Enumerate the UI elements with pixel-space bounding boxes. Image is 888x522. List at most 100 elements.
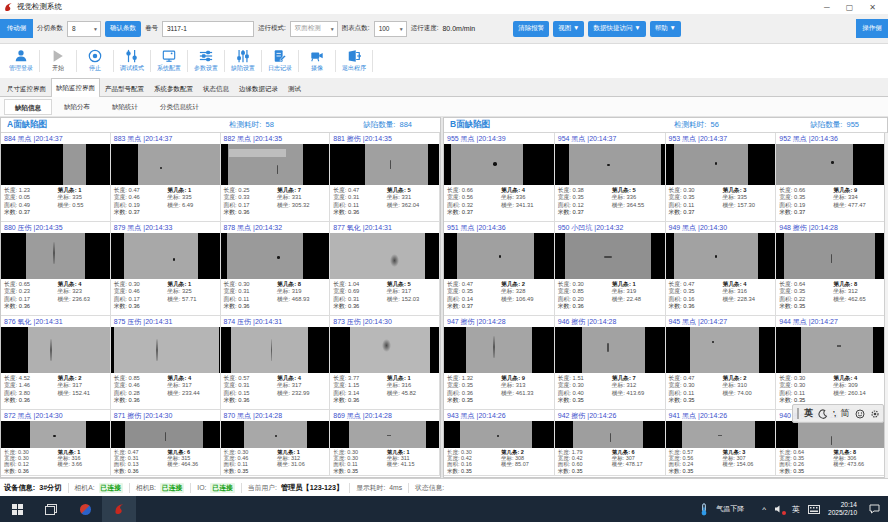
subtab-3[interactable]: 分类信息统计 [150, 99, 209, 115]
defect-card-943[interactable]: 943 黑点 |20:14:26长度: 0.30宽度: 0.42面积: 0.16… [444, 410, 555, 476]
ime-moon-icon[interactable] [818, 409, 827, 419]
operator-side-button[interactable]: 操作侧 [856, 19, 888, 38]
defect-card-953[interactable]: 953 黑点 |20:14:37长度: 0.30宽度: 0.35面积: 0.11… [666, 133, 777, 222]
toolbar-button-user[interactable]: 管理登录 [4, 49, 38, 73]
task-view-button[interactable] [34, 496, 68, 522]
ime-toolbar[interactable]: 英 ’, 简 [792, 404, 884, 423]
defect-card-876[interactable]: 876 氧化 |20:14:31长度: 4.52宽度: 1.46面积: 3.80… [1, 316, 111, 410]
ime-lang-indicator[interactable]: 英 [792, 504, 800, 515]
defect-card-951[interactable]: 951 黑点 |20:14:36长度: 0.47宽度: 0.35面积: 0.14… [444, 222, 555, 316]
defect-card-880[interactable]: 880 压伤 |20:14:35长度: 0.65宽度: 0.23面积: 0.17… [1, 222, 111, 316]
stat-meters: 米数: 0.37 [669, 209, 723, 216]
defect-card-948[interactable]: 948 擦伤 |20:14:28长度: 0.64宽度: 0.35面积: 0.22… [776, 222, 887, 316]
toolbar-button-play[interactable]: 开始 [41, 49, 75, 73]
defect-card-875[interactable]: 875 压伤 |20:14:31长度: 0.85宽度: 0.46面积: 0.28… [111, 316, 221, 410]
defect-card-947[interactable]: 947 擦伤 |20:14:28长度: 1.32宽度: 0.35面积: 0.36… [444, 316, 555, 410]
defect-card-884[interactable]: 884 黑点 |20:14:37长度: 1.23宽度: 0.05面积: 0.49… [1, 133, 111, 222]
volume-badge [782, 511, 786, 515]
ime-lang-button[interactable]: 英 [804, 407, 813, 420]
ime-drag-handle[interactable] [797, 408, 799, 419]
defect-card-950[interactable]: 950 小凹坑 |20:14:32长度: 0.30宽度: 0.85面积: 0.2… [555, 222, 666, 316]
ime-settings-gear-icon[interactable] [870, 409, 880, 419]
clock[interactable]: 20:14 2025/2/10 [828, 501, 857, 517]
tab-5[interactable]: 边缘数据记录 [234, 79, 283, 96]
defect-card-header: 953 黑点 |20:14:37 [666, 133, 776, 144]
defect-card-header: 877 氧化 |20:14:31 [330, 222, 439, 233]
taskbar-app-inspection[interactable] [102, 496, 136, 522]
defect-card-952[interactable]: 952 黑点 |20:14:36长度: 0.66宽度: 0.35面积: 0.19… [776, 133, 887, 222]
toolbar-button-monitor[interactable]: 系统配置 [152, 49, 186, 73]
defect-card-954[interactable]: 954 黑点 |20:14:37长度: 0.38宽度: 0.35面积: 0.12… [555, 133, 666, 222]
run-mode-select[interactable]: 双面检测▼ [290, 21, 338, 37]
toolbar-button-exit[interactable]: 退出程序 [337, 49, 371, 73]
close-button[interactable]: ✕ [869, 3, 876, 12]
stat-pos: 横坐: 478.17 [612, 461, 662, 467]
tray-expand-arrow[interactable]: ^ [762, 505, 766, 514]
defect-card-955[interactable]: 955 黑点 |20:14:39长度: 0.66宽度: 0.56面积: 0.32… [444, 133, 555, 222]
toolbar-button-label: 退出程序 [342, 64, 366, 73]
defect-image [776, 233, 886, 279]
defect-card-878[interactable]: 878 黑点 |20:14:32长度: 0.30宽度: 0.31面积: 0.11… [221, 222, 331, 316]
tab-2[interactable]: 产品型号配置 [100, 79, 149, 96]
defect-card-883[interactable]: 883 黑点 |20:14:37长度: 0.47宽度: 0.46面积: 0.19… [111, 133, 221, 222]
maximize-button[interactable]: ▢ [846, 3, 854, 12]
confirm-count-button[interactable]: 确认条数 [105, 21, 141, 37]
toolbar-button-camera[interactable]: 摄像 [300, 49, 334, 73]
stat-meters: 米数: 0.37 [4, 209, 57, 216]
defect-card-879[interactable]: 879 黑点 |20:14:33长度: 0.30宽度: 0.46面积: 0.17… [111, 222, 221, 316]
defect-card-870[interactable]: 870 黑点 |20:14:28长度: 0.30宽度: 0.46面积: 0.11… [221, 410, 331, 476]
defect-card-949[interactable]: 949 黑点 |20:14:30长度: 0.47宽度: 0.35面积: 0.16… [666, 222, 777, 316]
defect-card-869[interactable]: 869 黑点 |20:14:28长度: 0.30宽度: 0.30面积: 0.11… [330, 410, 440, 476]
notification-center-icon[interactable] [869, 504, 880, 514]
tab-6[interactable]: 测试 [283, 79, 306, 96]
minimize-button[interactable]: ─ [824, 3, 830, 12]
defect-card-942[interactable]: 942 擦伤 |20:14:26长度: 1.79宽度: 0.42面积: 0.60… [555, 410, 666, 476]
toolbar-button-sliders-h[interactable]: 参数设置 [189, 49, 223, 73]
chart-points-select[interactable]: 100▼ [374, 21, 407, 37]
defect-card-877[interactable]: 877 氧化 |20:14:31长度: 1.04宽度: 0.69面积: 0.31… [330, 222, 440, 316]
toolbar-button-sliders-v[interactable]: 缺陷设置 [226, 49, 260, 73]
tab-1[interactable]: 缺陷监控界面 [51, 78, 100, 97]
toolbar-button-log[interactable]: 日志记录 [263, 49, 297, 73]
defect-stats: 长度: 0.47宽度: 0.35面积: 0.14米数: 0.37第几条: 2坐标… [444, 279, 554, 315]
tab-0[interactable]: 尺寸监控界面 [2, 79, 51, 96]
defect-card-944[interactable]: 944 黑点 |20:14:27长度: 0.30宽度: 0.30面积: 0.11… [776, 316, 887, 410]
subtab-2[interactable]: 缺陷统计 [102, 99, 148, 115]
defect-card-871[interactable]: 871 擦伤 |20:14:30长度: 0.47宽度: 0.31面积: 0.13… [111, 410, 221, 476]
view-menu-button[interactable]: 视图 ▼ [553, 21, 584, 37]
ime-emoji-button[interactable] [855, 409, 865, 419]
stat-pos: 横坐: 464.36 [167, 461, 216, 467]
stat-meters: 米数: 0.36 [114, 468, 167, 474]
roll-number-input[interactable]: 3117-1 [162, 21, 254, 37]
defect-card-945[interactable]: 945 黑点 |20:14:27长度: 0.47宽度: 0.30面积: 0.11… [666, 316, 777, 410]
defect-card-946[interactable]: 946 擦伤 |20:14:28长度: 1.51宽度: 0.30面积: 0.40… [555, 316, 666, 410]
slit-count-select[interactable]: 8▼ [67, 21, 101, 37]
subtab-1[interactable]: 缺陷分布 [54, 99, 100, 115]
stat-pos: 横坐: 233.44 [167, 390, 216, 397]
touch-keyboard-icon[interactable] [808, 505, 820, 514]
stat-meters: 米数: 0.37 [779, 209, 833, 216]
tab-3[interactable]: 系统参数配置 [149, 79, 198, 96]
taskbar-app-browser[interactable] [68, 496, 102, 522]
weather-text[interactable]: 气温下降 [716, 504, 744, 514]
toolbar-button-stop[interactable]: 停止 [78, 49, 112, 73]
defect-card-941[interactable]: 941 黑点 |20:14:26长度: 0.57宽度: 0.56面积: 0.24… [666, 410, 777, 476]
volume-button[interactable] [774, 504, 784, 514]
data-quick-access-button[interactable]: 数据快捷访问 ▼ [588, 21, 645, 37]
defect-card-874[interactable]: 874 压伤 |20:14:31长度: 0.57宽度: 0.31面积: 0.15… [221, 316, 331, 410]
scrollbar[interactable] [884, 133, 888, 478]
defect-card-872[interactable]: 872 黑点 |20:14:30长度: 0.30宽度: 0.30面积: 0.12… [1, 410, 111, 476]
help-menu-button[interactable]: 帮助 ▼ [650, 21, 681, 37]
defect-card-header: 941 黑点 |20:14:26 [666, 410, 776, 421]
defect-card-873[interactable]: 873 压伤 |20:14:30长度: 3.77宽度: 1.15面积: 3.14… [330, 316, 440, 410]
tab-4[interactable]: 状态信息 [198, 79, 234, 96]
defect-card-882[interactable]: 882 黑点 |20:14:35长度: 0.25宽度: 0.33面积: 0.17… [221, 133, 331, 222]
clear-alarm-button[interactable]: 清除报警 [513, 21, 549, 37]
subtab-0[interactable]: 缺陷信息 [4, 99, 52, 115]
defect-card-881[interactable]: 881 擦伤 |20:14:35长度: 0.47宽度: 0.31面积: 0.11… [330, 133, 440, 222]
ime-punctuation-button[interactable]: ’, [833, 409, 835, 418]
ime-simplified-button[interactable]: 简 [841, 407, 850, 420]
drive-side-button[interactable]: 传动侧 [0, 19, 33, 38]
start-button[interactable] [0, 496, 34, 522]
toolbar-button-debug[interactable]: 调试模式 [115, 49, 149, 73]
